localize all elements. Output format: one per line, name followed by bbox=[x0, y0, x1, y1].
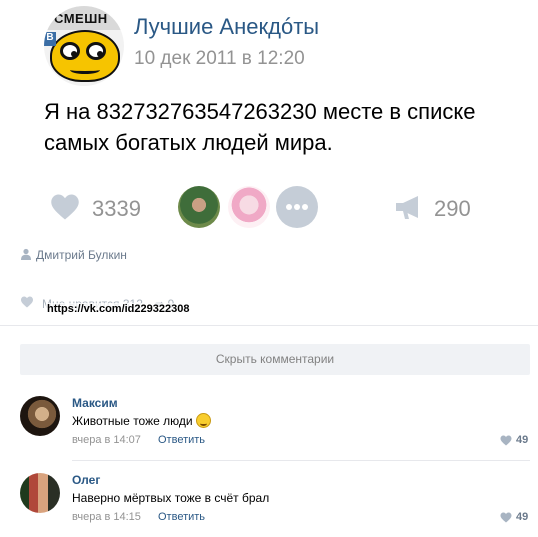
author-name[interactable]: Дмитрий Булкин bbox=[36, 248, 127, 262]
comment-time[interactable]: вчера в 14:07 bbox=[72, 434, 141, 446]
share-count[interactable]: 290 bbox=[434, 196, 471, 222]
megaphone-icon[interactable] bbox=[394, 194, 424, 220]
heart-icon bbox=[21, 296, 33, 308]
liker-avatar[interactable] bbox=[228, 186, 270, 228]
heart-icon[interactable] bbox=[50, 193, 80, 221]
comment-time[interactable]: вчера в 14:15 bbox=[72, 511, 141, 523]
person-icon bbox=[21, 248, 31, 260]
url-watermark: https://vk.com/id229322308 bbox=[46, 303, 191, 315]
grin-emoji-icon bbox=[195, 413, 211, 428]
liker-avatar[interactable] bbox=[178, 186, 220, 228]
smiley-face-image bbox=[50, 30, 120, 82]
comment-divider bbox=[72, 460, 530, 461]
more-dots-icon[interactable] bbox=[276, 186, 318, 228]
reply-link[interactable]: Ответить bbox=[158, 511, 205, 523]
hide-comments-button[interactable]: Скрыть комментарии bbox=[20, 344, 530, 375]
community-avatar[interactable]: СМЕШН В bbox=[44, 6, 124, 86]
commenter-name[interactable]: Максим bbox=[72, 396, 118, 410]
comment-text-content: Животные тоже люди bbox=[72, 414, 193, 428]
heart-icon[interactable] bbox=[500, 435, 512, 446]
post-date[interactable]: 10 дек 2011 в 12:20 bbox=[134, 48, 305, 70]
comment-like-count[interactable]: 49 bbox=[516, 434, 528, 446]
comment-text: Наверно мёртвых тоже в счёт брал bbox=[72, 491, 270, 505]
comment-like-count[interactable]: 49 bbox=[516, 511, 528, 523]
like-count[interactable]: 3339 bbox=[92, 196, 141, 222]
commenter-avatar[interactable] bbox=[20, 396, 60, 436]
commenter-avatar[interactable] bbox=[20, 473, 60, 513]
left-eye bbox=[60, 42, 80, 60]
mouth bbox=[70, 66, 100, 74]
heart-icon[interactable] bbox=[500, 512, 512, 523]
comment-text: Животные тоже люди bbox=[72, 413, 211, 428]
avatar-banner-text: СМЕШН bbox=[54, 11, 108, 26]
community-name[interactable]: Лучшие Анекдóты bbox=[134, 14, 319, 40]
right-eye bbox=[86, 42, 106, 60]
avatar-tag: В bbox=[44, 32, 56, 46]
divider bbox=[0, 325, 538, 326]
post-text: Я на 832732763547263230 месте в списке с… bbox=[44, 99, 476, 155]
commenter-name[interactable]: Олег bbox=[72, 473, 100, 487]
reply-link[interactable]: Ответить bbox=[158, 434, 205, 446]
